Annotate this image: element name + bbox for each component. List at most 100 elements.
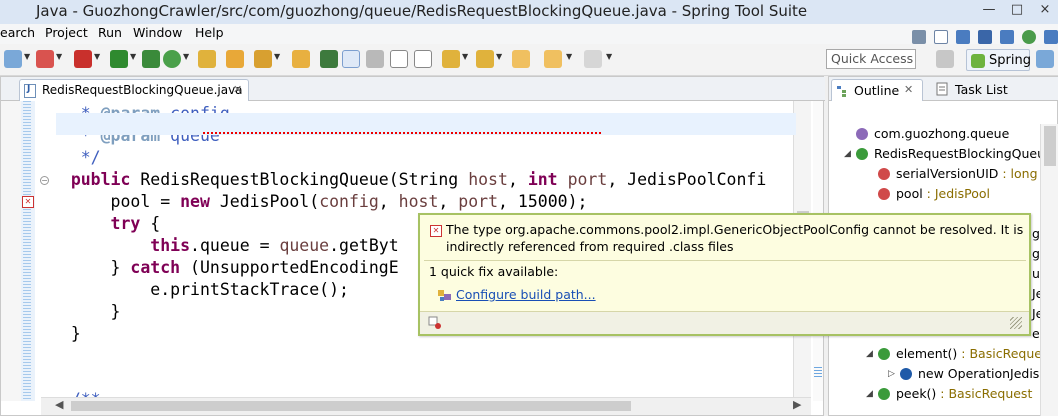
back-arrow-icon[interactable] <box>544 50 562 68</box>
code-line[interactable]: } <box>41 323 81 345</box>
code-token: int <box>527 170 558 189</box>
menu-help[interactable]: Help <box>195 25 224 40</box>
editor-tab[interactable]: J RedisRequestBlockingQueue.java ✕ <box>19 79 249 101</box>
scroll-left-icon[interactable]: ◀ <box>55 398 63 411</box>
fold-collapse-icon[interactable]: − <box>40 176 49 185</box>
close-icon[interactable]: ✕ <box>904 83 913 96</box>
hide-non-public-icon[interactable] <box>1022 30 1036 44</box>
maximize-button[interactable]: □ <box>1006 2 1028 20</box>
hide-fields-icon[interactable] <box>978 30 992 44</box>
chevron-down-icon[interactable]: ▼ <box>130 52 136 61</box>
sort-icon[interactable] <box>956 30 970 44</box>
debug-icon[interactable] <box>4 50 22 68</box>
code-token: host <box>398 192 439 211</box>
quick-access-input[interactable]: Quick Access <box>826 49 916 69</box>
code-token: } <box>70 324 81 343</box>
outline-tree-item[interactable]: element() : BasicRequest <box>896 344 1053 364</box>
prev-annotation-icon[interactable] <box>476 50 494 68</box>
editor-left-gutter[interactable] <box>1 101 21 401</box>
open-task-icon[interactable] <box>292 50 310 68</box>
outline-tree-item[interactable]: peek() : BasicRequest <box>896 384 1032 404</box>
configure-build-path-link[interactable]: Configure build path... <box>456 287 596 302</box>
run-icon[interactable] <box>110 50 128 68</box>
code-token: e.printStackTrace(); <box>150 280 349 299</box>
chevron-down-icon[interactable]: ▼ <box>56 52 62 61</box>
close-button[interactable]: × <box>1034 2 1056 20</box>
tree-twisty-icon[interactable]: ◢ <box>866 389 873 399</box>
menu-search[interactable]: earch <box>0 25 35 40</box>
resize-grip-icon[interactable] <box>1010 317 1022 329</box>
open-type-icon[interactable] <box>198 50 216 68</box>
collapse-all-icon[interactable] <box>934 30 948 44</box>
editor-horizontal-scroll-thumb[interactable] <box>71 401 631 411</box>
code-line[interactable]: pool = new JedisPool(config, host, port,… <box>41 191 588 213</box>
hide-local-types-icon[interactable] <box>1044 30 1058 44</box>
menu-run[interactable]: Run <box>98 25 122 40</box>
configure-hover-icon[interactable] <box>428 316 442 330</box>
chevron-down-icon[interactable]: ▼ <box>462 52 468 61</box>
chevron-down-icon[interactable]: ▼ <box>606 52 612 61</box>
code-line[interactable]: } <box>41 301 121 323</box>
run-external-icon[interactable] <box>142 50 160 68</box>
code-line[interactable]: this.queue = queue.getByt <box>41 235 398 257</box>
tab-task-list[interactable]: Task List <box>955 82 1008 97</box>
last-edit-icon[interactable] <box>512 50 530 68</box>
hide-static-icon[interactable] <box>1000 30 1014 44</box>
outline-toolbar <box>829 101 1058 125</box>
menu-window[interactable]: Window <box>133 25 182 40</box>
scroll-right-icon[interactable]: ▶ <box>793 398 801 411</box>
minimize-button[interactable]: — <box>978 2 1000 20</box>
menu-project[interactable]: Project <box>45 25 88 40</box>
tree-node-icon <box>856 128 868 140</box>
chevron-down-icon[interactable]: ▼ <box>94 52 100 61</box>
code-line[interactable]: try { <box>41 213 161 235</box>
chevron-down-icon[interactable]: ▼ <box>566 52 572 61</box>
close-icon[interactable]: ✕ <box>233 83 242 96</box>
wand-icon[interactable] <box>254 50 272 68</box>
code-token: catch <box>130 258 181 277</box>
toggle-block-icon[interactable] <box>366 50 384 68</box>
outline-item-label: RedisRequestBlockingQueue <box>874 146 1053 161</box>
tree-twisty-icon[interactable]: ◢ <box>844 149 851 159</box>
chevron-down-icon[interactable]: ▼ <box>24 52 30 61</box>
overview-marker[interactable] <box>814 367 822 377</box>
outline-tree-item[interactable]: RedisRequestBlockingQueue <box>874 144 1053 164</box>
editor-tab-bar: J RedisRequestBlockingQueue.java ✕ <box>1 77 825 101</box>
outline-tree-item[interactable]: pool : JedisPool <box>896 184 990 204</box>
coverage-icon[interactable] <box>74 50 92 68</box>
tree-twisty-icon[interactable]: ◢ <box>866 349 873 359</box>
outline-item-label: peek() <box>896 386 937 401</box>
next-annotation-icon[interactable] <box>442 50 460 68</box>
code-line[interactable]: public RedisRequestBlockingQueue(String … <box>41 169 766 191</box>
code-token: , <box>507 170 528 189</box>
show-whitespace-icon[interactable] <box>390 50 408 68</box>
tab-outline[interactable]: Outline ✕ <box>831 79 923 101</box>
outline-tree-item[interactable]: new OperationJedis() <box>918 364 1049 384</box>
java-perspective-icon[interactable] <box>1036 50 1054 68</box>
chevron-down-icon[interactable]: ▼ <box>496 52 502 61</box>
outline-vertical-scrollbar[interactable] <box>1040 124 1058 416</box>
toggle-mark-occurrences-icon[interactable] <box>342 50 360 68</box>
focus-on-active-task-icon[interactable] <box>912 30 926 44</box>
new-java-class-icon[interactable] <box>163 50 181 68</box>
code-line[interactable]: */ <box>41 147 101 169</box>
error-marker-icon[interactable]: ✕ <box>22 196 34 208</box>
search-icon[interactable] <box>320 50 338 68</box>
spring-perspective-button[interactable]: Spring <box>966 49 1031 71</box>
chevron-down-icon[interactable]: ▼ <box>274 52 280 61</box>
outline-tree-item[interactable]: serialVersionUID : long <box>896 164 1038 184</box>
outline-vertical-scroll-thumb[interactable] <box>1044 126 1056 166</box>
outline-tree-item[interactable]: com.guozhong.queue <box>874 124 1009 144</box>
open-perspective-icon[interactable] <box>936 50 954 68</box>
chevron-down-icon[interactable]: ▼ <box>183 52 189 61</box>
forward-arrow-icon[interactable] <box>584 50 602 68</box>
tree-twisty-icon[interactable]: ▷ <box>888 369 895 379</box>
open-folder-icon[interactable] <box>226 50 244 68</box>
stop-icon[interactable] <box>36 50 54 68</box>
paragraph-icon[interactable] <box>414 50 432 68</box>
code-line[interactable]: } catch (UnsupportedEncodingE <box>41 257 399 279</box>
code-line[interactable]: e.printStackTrace(); <box>41 279 349 301</box>
